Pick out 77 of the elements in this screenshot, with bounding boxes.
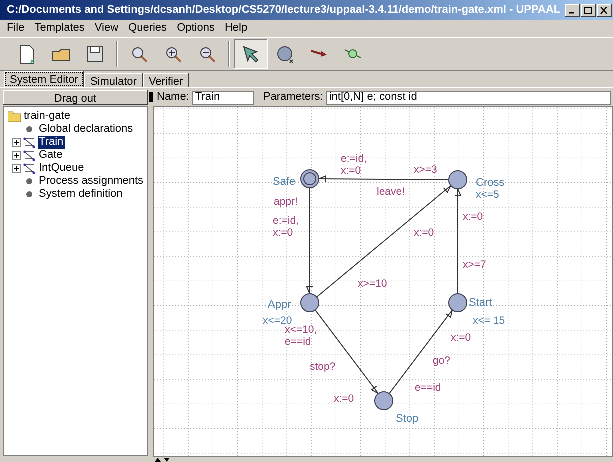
edge-label[interactable]: appr! (274, 196, 298, 208)
edge-label[interactable]: stop? (310, 361, 336, 373)
edge-label[interactable]: e==id (285, 336, 312, 348)
tree-item[interactable]: Gate (38, 149, 64, 162)
nail-icon (344, 49, 362, 59)
invariant-label[interactable]: x<=5 (476, 189, 500, 201)
edge-icon (311, 50, 327, 58)
edge-label[interactable]: go? (433, 355, 451, 367)
parameters-field[interactable]: int[0,N] e; const id (326, 90, 611, 104)
close-button[interactable] (596, 4, 612, 16)
edge-label[interactable]: x:=0 (341, 165, 362, 177)
tab[interactable]: Verifier (142, 73, 190, 87)
menu-item[interactable]: File (2, 20, 30, 37)
tab[interactable]: Simulator (84, 73, 143, 87)
bullet-icon (26, 126, 32, 133)
edge-label[interactable]: e:=id, (341, 153, 367, 165)
edge-label[interactable]: x>=3 (414, 164, 438, 176)
edge-label[interactable]: x<=10, (285, 324, 318, 336)
menu-item[interactable]: Templates (30, 20, 90, 37)
tree-item[interactable]: Train (38, 136, 65, 149)
edge-label[interactable]: x:=0 (451, 332, 472, 344)
menu-item[interactable]: Help (220, 20, 253, 37)
automaton-canvas[interactable]: e:=id, x:=0 x>=3 leave! appr! e:=id, x:=0 x:=0 x>=10 x:=0 x>=7 x<=10, e==id stop? x:=0 go? e==id x:=0 Safe Cross x<=5 Appr x<=20 Start x<= 15 Stop (153, 106, 613, 457)
edge-label[interactable]: e:=id, (273, 215, 299, 227)
location-name: Safe (273, 176, 296, 188)
tree-item[interactable]: train-gate (24, 110, 70, 123)
expand-icon[interactable] (12, 151, 20, 160)
menu-item[interactable]: View (90, 20, 124, 37)
edge-label[interactable]: x:=0 (414, 227, 434, 239)
invariant-label[interactable]: x<=20 (263, 315, 292, 327)
expand-icon[interactable] (12, 138, 20, 147)
expand-icon[interactable] (12, 164, 20, 173)
location-name: Stop (396, 413, 419, 425)
tree-item[interactable]: Process assignments (38, 175, 145, 188)
tree-item[interactable]: IntQueue (38, 162, 86, 175)
name-field[interactable]: Train (192, 90, 254, 104)
location[interactable] (448, 294, 468, 312)
edge-arrow[interactable] (318, 175, 450, 183)
tab[interactable]: System Editor (4, 71, 84, 87)
location[interactable] (374, 392, 394, 410)
drag-out-button[interactable]: Drag out (3, 90, 148, 105)
maximize-icon (584, 6, 592, 14)
folder-icon (8, 111, 21, 122)
select-tool-button[interactable] (234, 39, 268, 69)
location-name: Cross (476, 177, 505, 189)
automaton-icon (22, 150, 36, 161)
close-icon (600, 6, 608, 14)
location[interactable] (448, 170, 468, 190)
location[interactable] (300, 294, 320, 312)
menu-item[interactable]: Queries (124, 20, 172, 37)
edge-label[interactable]: x:=0 (334, 393, 354, 405)
edge-label[interactable]: x>=10 (358, 278, 388, 290)
initial-location[interactable] (300, 170, 320, 188)
bullet-icon (26, 178, 32, 185)
automaton-icon (22, 163, 36, 174)
location-name: Appr (268, 299, 292, 311)
tree-item[interactable]: Global declarations (38, 123, 134, 136)
edge-arrow[interactable] (306, 188, 314, 294)
edge-label[interactable]: x>=7 (463, 259, 486, 271)
edge-arrow[interactable] (454, 188, 462, 294)
edge-label[interactable]: x:=0 (273, 227, 294, 239)
minimize-button[interactable] (564, 4, 580, 16)
parameters-label: Parameters: (263, 90, 324, 106)
tree-item[interactable]: System definition (38, 188, 124, 201)
edge-label[interactable]: x:=0 (463, 211, 484, 223)
edge-label[interactable]: e==id (415, 382, 442, 394)
invariant-label[interactable]: x<= 15 (473, 315, 506, 327)
name-label: Name: (157, 90, 190, 106)
bullet-icon (26, 191, 32, 198)
maximize-button[interactable] (580, 4, 596, 16)
up-arrow-icon[interactable] (155, 458, 161, 462)
automaton-icon (22, 137, 36, 148)
window-title: C:/Documents and Settings/dcsanh/Desktop/CS5270/lecture3/uppaal-3.4.11/demo/train-gate.xml - UPPAAL (7, 2, 561, 18)
menu-item[interactable]: Options (172, 20, 220, 37)
location-name: Start (469, 297, 492, 309)
edge-label[interactable]: leave! (377, 186, 406, 198)
down-arrow-icon[interactable] (164, 458, 170, 462)
